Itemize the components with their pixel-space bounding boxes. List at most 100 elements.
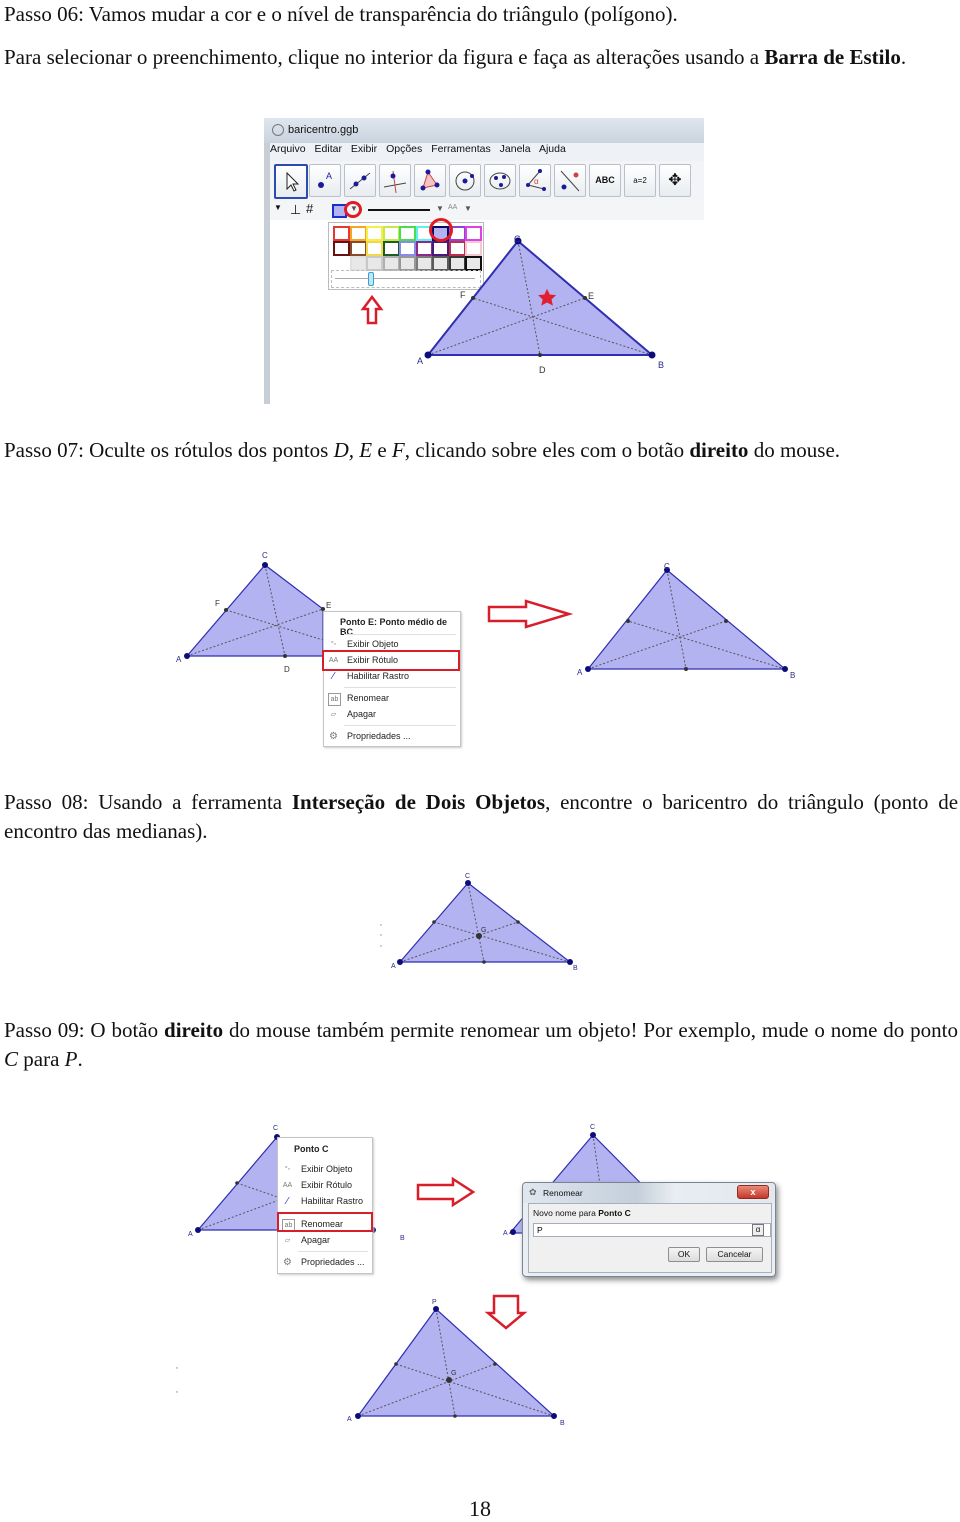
menu-item-label: Exibir Rótulo	[301, 1180, 353, 1190]
bold-direito: direito	[689, 438, 749, 462]
stray-dot	[176, 1367, 178, 1369]
red-down-arrow-icon	[484, 1294, 528, 1330]
new-name-input[interactable]	[533, 1223, 771, 1237]
triangle-left[interactable]	[185, 564, 324, 657]
point-d[interactable]	[538, 353, 542, 357]
menu-item-habilitar-rastro[interactable]: ⁄ Habilitar Rastro	[324, 669, 460, 684]
menu-item-exibir-objeto[interactable]: °◦ Exibir Objeto	[278, 1162, 372, 1177]
label-a: A	[503, 1230, 508, 1237]
label-e: E	[326, 601, 331, 610]
step07-text-1: Passo 07: Oculte os rótulos dos pontos	[4, 438, 334, 462]
stray-dot	[380, 924, 382, 926]
label-a: A	[417, 356, 423, 366]
cancel-button[interactable]: Cancelar	[706, 1247, 763, 1262]
menu-item-renomear[interactable]: ab Renomear	[324, 691, 460, 706]
menu-item-label: Propriedades ...	[301, 1257, 365, 1267]
label-b: B	[790, 671, 795, 680]
menu-item-apagar[interactable]: ▱ Apagar	[324, 707, 460, 722]
geogebra-window: baricentro.ggb Arquivo Editar Exibir Opç…	[264, 118, 704, 404]
label-c: C	[590, 1124, 595, 1131]
point-a[interactable]	[585, 666, 591, 672]
point-e[interactable]	[724, 619, 728, 623]
point-c[interactable]	[465, 880, 471, 886]
figure-centroid: A B C G	[380, 873, 578, 972]
triangle-apb[interactable]	[356, 1308, 556, 1417]
point-f[interactable]	[471, 296, 475, 300]
point-e[interactable]	[493, 1362, 497, 1366]
dialog-close-button[interactable]: x	[737, 1185, 769, 1199]
label-b: B	[573, 965, 578, 972]
label-c: C	[514, 234, 521, 244]
label-a: A	[391, 963, 396, 970]
menu-item-apagar[interactable]: ▱ Apagar	[278, 1233, 372, 1248]
rename-prompt: Novo nome para Ponto C	[533, 1208, 631, 1218]
dialog-title: Renomear	[543, 1188, 583, 1198]
step09-text-1: Passo 09: O botão	[4, 1018, 165, 1042]
triangle-right[interactable]	[586, 569, 787, 670]
label-g: G	[451, 1370, 456, 1377]
label-a: A	[188, 1231, 193, 1238]
label-d: D	[539, 365, 546, 375]
highlight-box-renomear	[277, 1212, 373, 1232]
point-e[interactable]	[583, 296, 587, 300]
point-d[interactable]	[453, 1414, 457, 1418]
step07-instruction: Passo 07: Oculte os rótulos dos pontos D…	[4, 436, 958, 465]
math-f: F	[391, 438, 405, 462]
menu-item-label: Renomear	[347, 693, 390, 703]
point-a[interactable]	[424, 351, 432, 359]
point-g-centroid[interactable]	[446, 1377, 452, 1383]
step06-instruction-text: Para selecionar o preenchimento, clique …	[4, 45, 760, 69]
step07-text-2: e	[372, 438, 392, 462]
point-d[interactable]	[283, 654, 287, 658]
menu-item-exibir-rotulo[interactable]: AA Exibir Rótulo	[278, 1178, 372, 1193]
show-object-icon: °◦	[330, 641, 337, 648]
red-up-arrow-icon	[360, 294, 384, 325]
menu-item-propriedades[interactable]: ⚙ Propriedades ...	[278, 1255, 372, 1270]
eraser-icon: ▱	[284, 1237, 291, 1244]
point-f[interactable]	[626, 619, 630, 623]
menu-item-habilitar-rastro[interactable]: ⁄ Habilitar Rastro	[278, 1194, 372, 1209]
menu-item-propriedades[interactable]: ⚙ Propriedades ...	[324, 729, 460, 744]
triangle-abc[interactable]	[398, 882, 572, 963]
point-a[interactable]	[510, 1229, 516, 1235]
step06-instruction: Para selecionar o preenchimento, clique …	[4, 43, 958, 72]
trace-icon: ⁄	[286, 1196, 289, 1207]
ok-button[interactable]: OK	[668, 1247, 700, 1262]
point-a[interactable]	[355, 1413, 361, 1419]
point-a[interactable]	[195, 1227, 201, 1233]
point-p[interactable]	[433, 1306, 439, 1312]
point-f[interactable]	[432, 920, 436, 924]
rename-dialog: ✿ Renomear x Novo nome para Ponto C α OK…	[522, 1182, 776, 1277]
red-right-arrow-icon	[487, 599, 574, 629]
point-f[interactable]	[394, 1362, 398, 1366]
label-c: C	[262, 551, 268, 560]
menu-item-label: Apagar	[347, 709, 377, 719]
period: .	[900, 45, 907, 69]
point-b[interactable]	[551, 1413, 557, 1419]
step07-text-3: , clicando sobre eles com o botão	[404, 438, 690, 462]
eraser-icon: ▱	[330, 711, 337, 718]
point-f[interactable]	[235, 1181, 239, 1185]
stray-dot	[176, 1391, 178, 1393]
rename-icon: ab	[328, 693, 341, 706]
label-b: B	[658, 360, 664, 370]
label-b: B	[400, 1235, 405, 1242]
step06-title: Passo 06: Vamos mudar a cor e o nível de…	[4, 0, 958, 29]
point-e[interactable]	[516, 920, 520, 924]
step09-text-4: .	[77, 1047, 83, 1071]
point-b[interactable]	[782, 666, 788, 672]
greek-symbol-button[interactable]: α	[752, 1224, 764, 1236]
stray-dot	[380, 934, 382, 936]
point-d[interactable]	[684, 667, 688, 671]
point-d[interactable]	[482, 960, 486, 964]
context-menu-point-e: Ponto E: Ponto médio de BC °◦ Exibir Obje…	[323, 611, 461, 747]
math-c: C	[4, 1047, 19, 1071]
point-b[interactable]	[648, 351, 656, 359]
point-f[interactable]	[224, 608, 228, 612]
point-a[interactable]	[397, 959, 403, 965]
geogebra-logo-icon: ✿	[529, 1187, 537, 1197]
prompt-object-name: Ponto C	[598, 1208, 631, 1218]
point-c[interactable]	[590, 1132, 596, 1138]
point-c[interactable]	[262, 562, 268, 568]
point-a[interactable]	[184, 653, 190, 659]
